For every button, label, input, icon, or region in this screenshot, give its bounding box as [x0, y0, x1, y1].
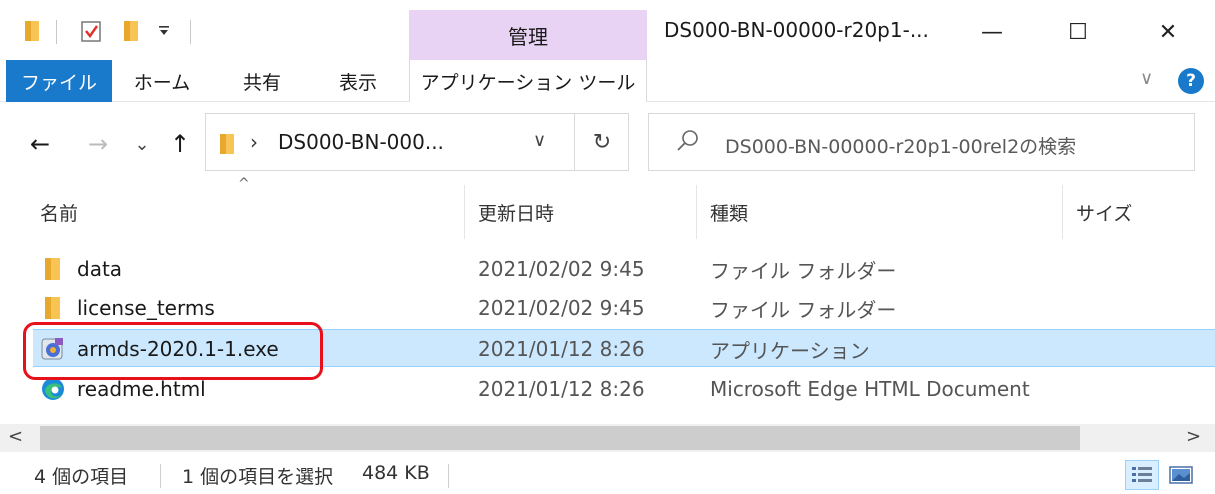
- breadcrumb-separator[interactable]: ›: [250, 130, 258, 154]
- ribbon-collapse-icon[interactable]: ∨: [1140, 68, 1153, 89]
- file-modified: 2021/01/12 8:26: [478, 377, 645, 401]
- file-modified: 2021/02/02 9:45: [478, 296, 645, 320]
- customize-toolbar-icon[interactable]: [152, 16, 176, 46]
- tab-view[interactable]: 表示: [318, 60, 398, 102]
- tab-share[interactable]: 共有: [222, 60, 302, 102]
- tab-home[interactable]: ホーム: [122, 60, 202, 102]
- file-type: アプリケーション: [710, 338, 870, 363]
- address-bar[interactable]: › DS000-BN-000... ∨ ↻: [205, 113, 629, 171]
- scroll-left-icon[interactable]: <: [8, 426, 23, 447]
- column-header-type[interactable]: 種類: [710, 185, 1050, 239]
- tab-file[interactable]: ファイル: [6, 60, 112, 102]
- search-placeholder[interactable]: DS000-BN-00000-r20p1-00rel2の検索: [725, 132, 1076, 159]
- folder-icon: [218, 132, 236, 160]
- folder-icon: [18, 16, 46, 46]
- ribbon-tabs: ファイル ホーム 共有 表示 アプリケーション ツール ∨ ?: [0, 60, 1215, 102]
- column-divider[interactable]: [696, 185, 697, 239]
- help-icon[interactable]: ?: [1178, 68, 1204, 94]
- status-selection: 1 個の項目を選択: [182, 466, 334, 488]
- status-separator: [448, 464, 449, 488]
- file-type: Microsoft Edge HTML Document: [710, 377, 1030, 401]
- column-header-size[interactable]: サイズ: [1076, 185, 1196, 239]
- status-size: 484 KB: [362, 462, 430, 484]
- file-type: ファイル フォルダー: [710, 258, 897, 283]
- forward-button[interactable]: →: [80, 124, 116, 164]
- column-divider[interactable]: [1062, 185, 1063, 239]
- folder-icon: [42, 295, 68, 321]
- manage-tab[interactable]: 管理: [409, 10, 647, 60]
- maximize-button[interactable]: ☐: [1048, 10, 1108, 54]
- tab-application-tools[interactable]: アプリケーション ツール: [409, 60, 647, 102]
- window-title: DS000-BN-00000-r20p1-...: [664, 18, 929, 42]
- file-name: data: [77, 257, 123, 281]
- properties-icon[interactable]: [76, 16, 106, 46]
- column-header-name[interactable]: 名前: [40, 185, 460, 239]
- toolbar-separator: [56, 20, 57, 44]
- back-button[interactable]: ←: [20, 124, 60, 164]
- large-icons-view-icon[interactable]: [1164, 460, 1198, 490]
- refresh-button[interactable]: ↻: [574, 114, 629, 170]
- breadcrumb-path[interactable]: DS000-BN-000...: [278, 130, 444, 154]
- close-button[interactable]: ✕: [1138, 10, 1198, 54]
- column-header-modified[interactable]: 更新日時: [478, 185, 688, 239]
- up-button[interactable]: ↑: [162, 124, 198, 164]
- file-type: ファイル フォルダー: [710, 297, 897, 322]
- file-modified: 2021/02/02 9:45: [478, 257, 645, 281]
- scrollbar-thumb[interactable]: [40, 426, 1080, 450]
- horizontal-scrollbar[interactable]: < >: [0, 424, 1215, 452]
- minimize-button[interactable]: —: [962, 10, 1022, 54]
- search-box[interactable]: DS000-BN-00000-r20p1-00rel2の検索: [648, 113, 1195, 171]
- address-dropdown-icon[interactable]: ∨: [533, 130, 546, 151]
- file-row[interactable]: data 2021/02/02 9:45 ファイル フォルダー: [0, 250, 1215, 288]
- toolbar-separator: [190, 20, 191, 44]
- highlight-annotation: [23, 322, 323, 380]
- details-view-icon[interactable]: [1125, 460, 1159, 490]
- recent-locations-button[interactable]: ⌄: [130, 124, 154, 164]
- file-modified: 2021/01/12 8:26: [478, 337, 645, 361]
- status-item-count: 4 個の項目: [34, 466, 129, 488]
- title-bar: 管理 DS000-BN-00000-r20p1-... — ☐ ✕: [0, 0, 1215, 60]
- status-separator: [160, 464, 161, 488]
- new-folder-icon[interactable]: [118, 16, 144, 46]
- column-divider[interactable]: [464, 185, 465, 239]
- search-icon: [675, 128, 701, 158]
- scroll-right-icon[interactable]: >: [1186, 426, 1201, 447]
- folder-icon: [42, 256, 68, 282]
